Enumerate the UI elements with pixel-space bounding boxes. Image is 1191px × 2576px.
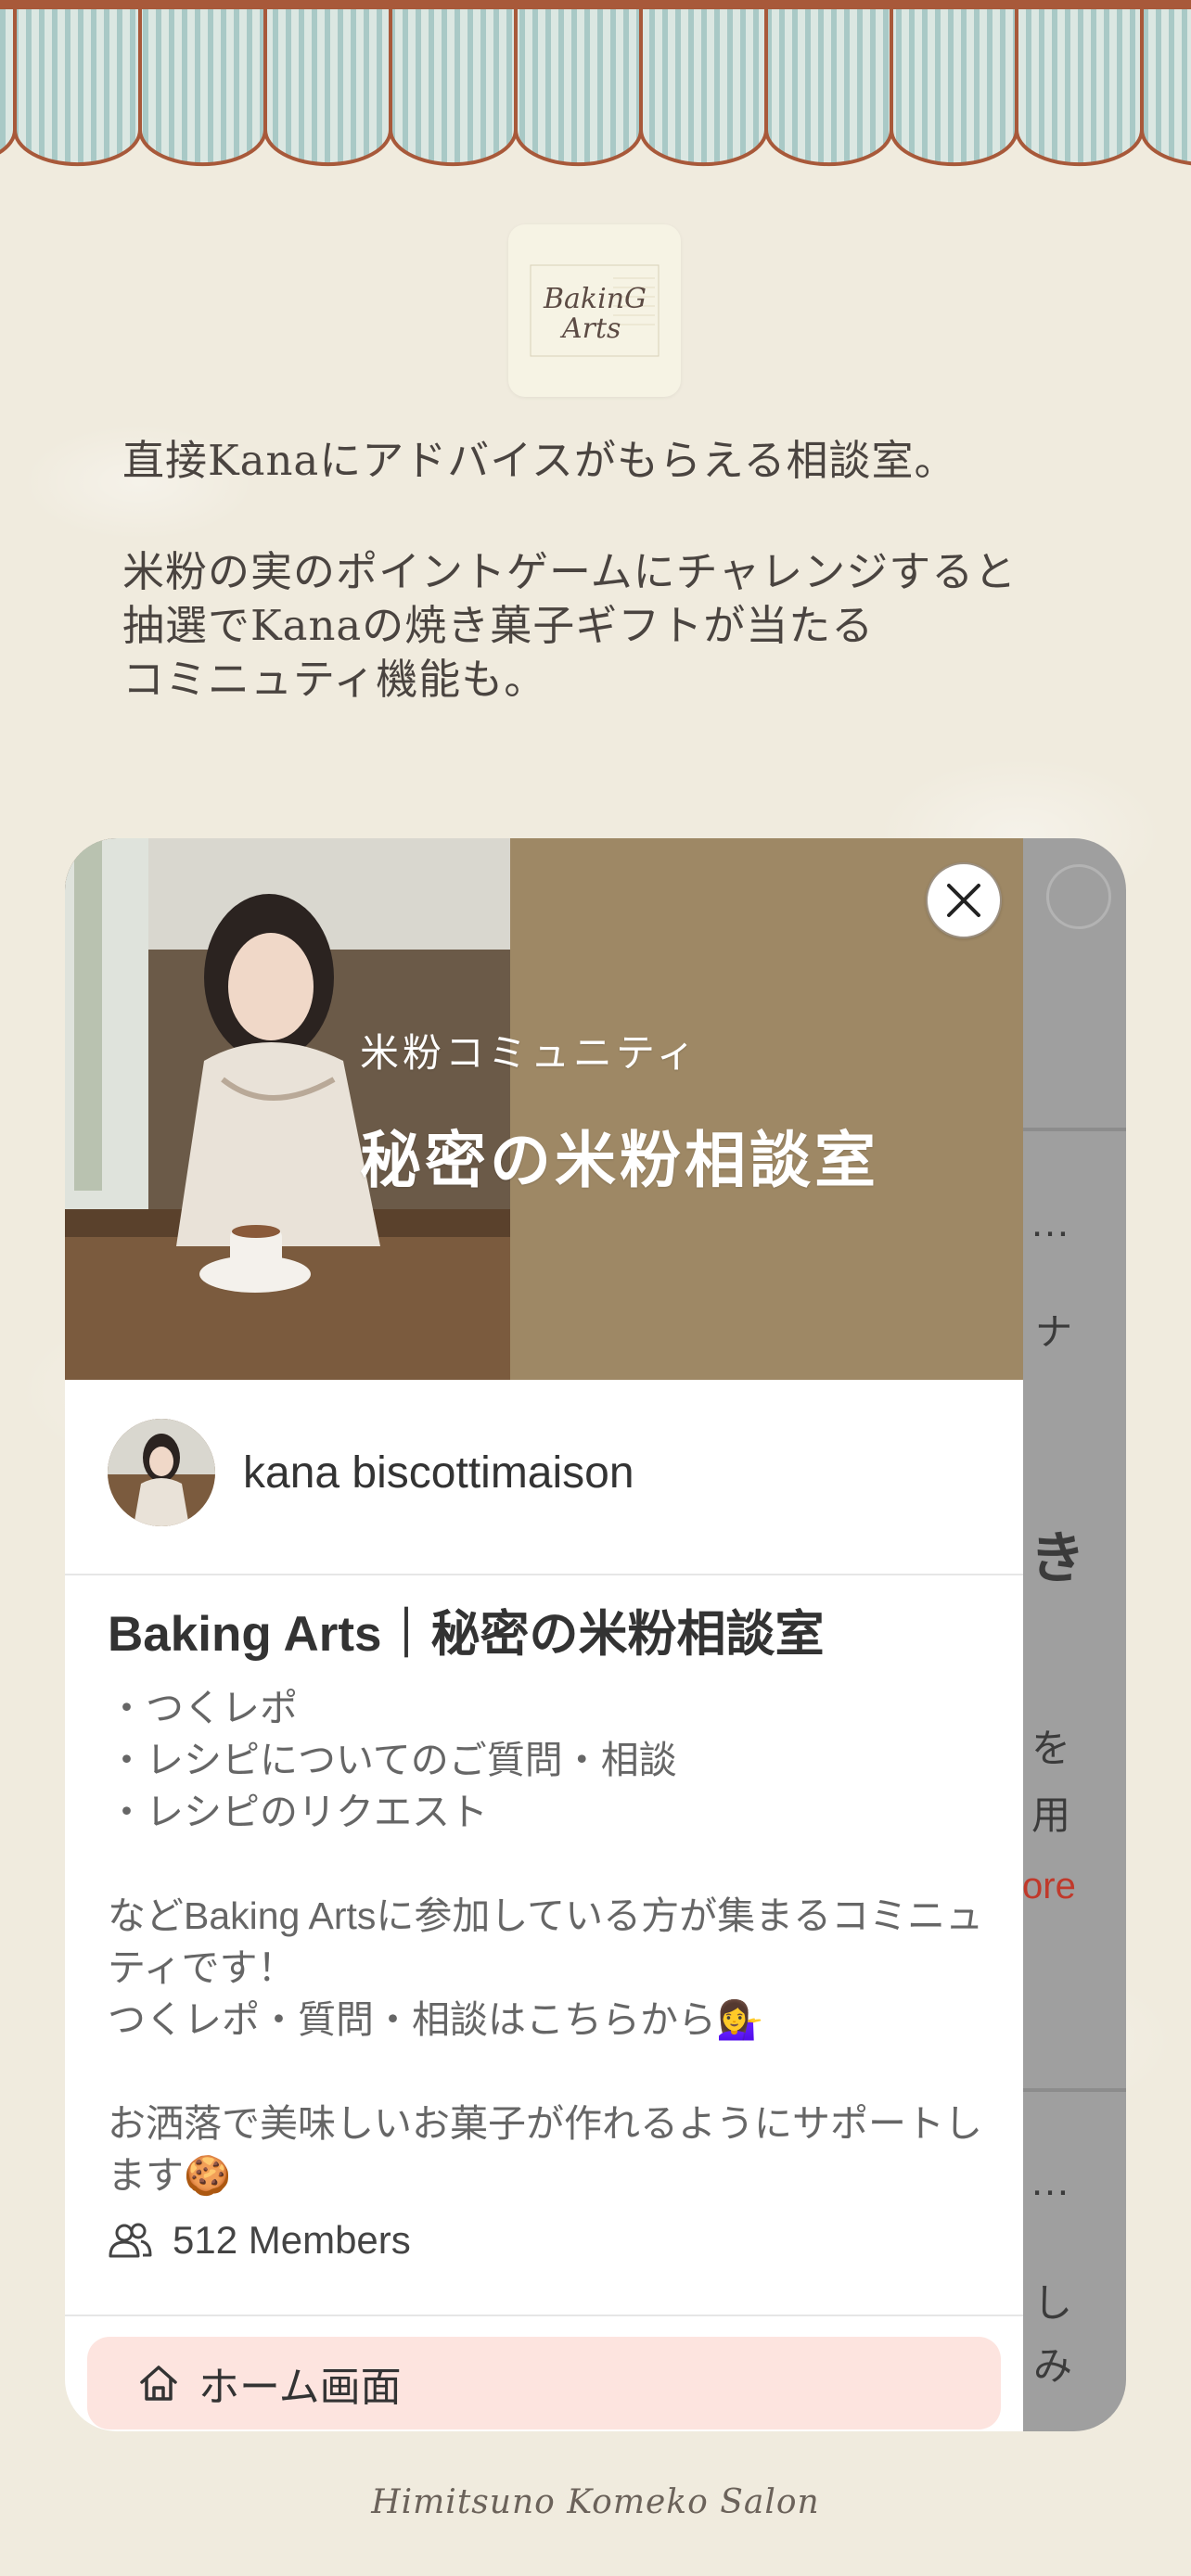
hero-photo (65, 838, 510, 1380)
close-icon (947, 884, 980, 917)
intro-text: 直接Kanaにアドバイスがもらえる相談室。 米粉の実のポイントゲームにチャレンジ… (122, 434, 1161, 707)
background-divider (1020, 1128, 1126, 1131)
users-icon (109, 2223, 152, 2258)
awning-scallop (1015, 6, 1144, 167)
footer-brand: Himitsuno Komeko Salon (371, 2483, 820, 2521)
community-description: ・つくレポ ・レシピについてのご質問・相談 ・レシピのリクエスト などBakin… (108, 1687, 984, 2197)
awning-scallop (13, 6, 142, 167)
peek-text: し (1033, 2281, 1073, 2325)
awning-scallop (263, 6, 392, 167)
peek-text: を (1031, 1727, 1071, 1770)
peek-text: み (1033, 2344, 1073, 2388)
home-button[interactable]: ホーム画面 (87, 2337, 1001, 2429)
peek-read-more[interactable]: ore (1022, 1866, 1076, 1907)
awning-scallop (514, 6, 643, 167)
members-count: 512 Members (108, 2218, 411, 2263)
peek-text: き (1030, 1527, 1085, 1589)
avatar (108, 1419, 215, 1526)
hero-title: 秘密の米粉相談室 (360, 1125, 879, 1196)
awning-scallop (764, 6, 893, 167)
awning-scallop (1140, 6, 1191, 166)
peek-text: … (1030, 1200, 1070, 1245)
author-row[interactable]: kana biscottimaison (108, 1419, 634, 1526)
intro-paragraph-1: 直接Kanaにアドバイスがもらえる相談室。 (122, 436, 957, 485)
peek-text: ナ (1035, 1312, 1072, 1353)
brand-logo: BakinG Arts (508, 224, 681, 397)
awning-scallop (138, 6, 267, 167)
awning-scallop (639, 6, 768, 167)
peek-text: … (1030, 2159, 1070, 2204)
intro-paragraph-2-line-1: 米粉の実のポイントゲームにチャレンジすると (122, 547, 1018, 596)
community-card: 米粉コミュニティ 秘密の米粉相談室 kana biscottimaison Ba… (65, 838, 1023, 2431)
svg-text:Arts: Arts (559, 312, 621, 345)
background-divider (1020, 2088, 1126, 2092)
intro-paragraph-2-line-3: コミニュティ機能も。 (122, 655, 547, 704)
intro-paragraph-2-line-2: 抽選でKanaの焼き菓子ギフトが当たる (122, 601, 875, 650)
community-title: Baking Arts｜秘密の米粉相談室 (108, 1607, 825, 1662)
author-name: kana biscottimaison (243, 1447, 634, 1498)
divider (65, 1574, 1023, 1575)
awning-decoration (0, 0, 1191, 167)
members-label: 512 Members (173, 2218, 411, 2262)
close-button[interactable] (926, 862, 1002, 938)
peek-text: 用 (1031, 1793, 1071, 1837)
background-circle (1046, 864, 1111, 929)
divider (65, 2315, 1023, 2316)
awning-scallop (0, 6, 17, 155)
hero-subtitle: 米粉コミュニティ (360, 1030, 699, 1076)
home-icon (140, 2366, 177, 2401)
community-hero: 米粉コミュニティ 秘密の米粉相談室 (65, 838, 1023, 1380)
awning-scallop (890, 6, 1018, 167)
home-button-label: ホーム画面 (198, 2365, 402, 2410)
svg-text:BakinG: BakinG (543, 283, 647, 315)
awning-scallop (389, 6, 518, 167)
